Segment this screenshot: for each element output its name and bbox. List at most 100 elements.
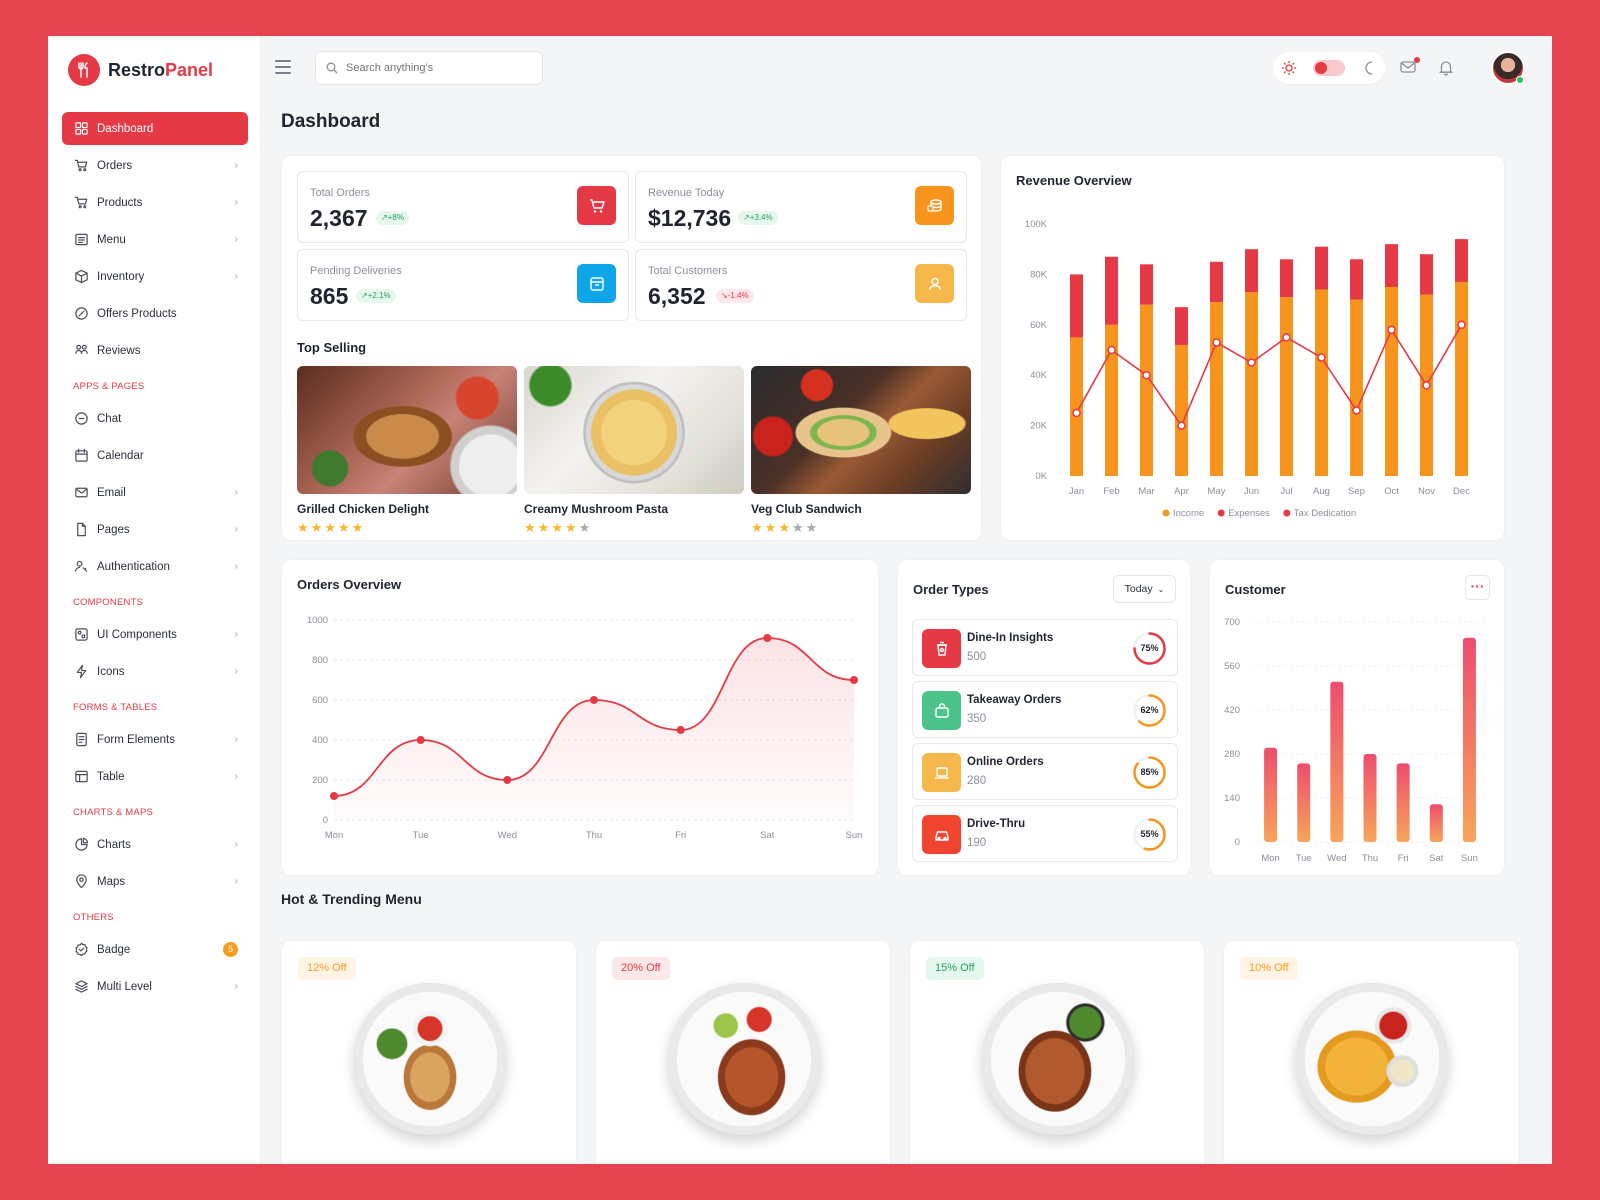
bar-expenses — [1140, 264, 1153, 305]
stat-label: Revenue Today — [648, 187, 725, 199]
sidebar-item-badge[interactable]: Badge 5 — [62, 933, 248, 966]
sidebar-item-maps[interactable]: Maps › — [62, 865, 248, 898]
sidebar-item-inventory[interactable]: Inventory › — [62, 260, 248, 293]
star-icon: ★ — [351, 520, 366, 535]
sidebar-item-multi-level[interactable]: Multi Level › — [62, 970, 248, 1003]
sidebar-item-offers-products[interactable]: Offers Products — [62, 297, 248, 330]
top-selling-item[interactable]: Creamy Mushroom Pasta ★★★★★ — [524, 366, 744, 536]
bar-expenses — [1420, 254, 1433, 295]
order-type-name: Drive-Thru — [967, 818, 1026, 830]
box-icon — [73, 269, 89, 285]
hot-menu-card[interactable]: 12% Off — [281, 940, 577, 1164]
hot-menu-card[interactable]: 15% Off — [909, 940, 1205, 1164]
legend-label: Tax Dedication — [1294, 508, 1356, 519]
x-tick-label: Jan — [1069, 486, 1084, 497]
bolt-icon — [73, 664, 89, 680]
sidebar-item-label: UI Components — [97, 628, 177, 641]
order-type-count: 350 — [967, 713, 987, 725]
sidebar-item-calendar[interactable]: Calendar — [62, 439, 248, 472]
bar-income — [1210, 302, 1223, 476]
search-box[interactable] — [315, 51, 543, 85]
x-tick-label: Fri — [1398, 853, 1409, 864]
sidebar-item-table[interactable]: Table › — [62, 760, 248, 793]
mushroom-pasta-image — [524, 366, 744, 494]
food-plate-image — [354, 983, 506, 1135]
online-status-dot — [1516, 76, 1524, 84]
progress-ring: 75% — [1131, 630, 1168, 667]
chevron-right-icon: › — [234, 160, 238, 171]
order-type-row[interactable]: Online Orders 280 85% — [912, 743, 1178, 800]
x-tick-label: Wed — [1327, 853, 1346, 864]
rating-stars: ★★★★★ — [751, 520, 971, 536]
sidebar-item-products[interactable]: Products › — [62, 186, 248, 219]
order-type-row[interactable]: Dine-In Insights 500 75% — [912, 619, 1178, 676]
app-window: RestroPanel Dashboard Orders › Products › Men… — [48, 36, 1552, 1164]
stat-total-customers: Total Customers 6,352 ↘-1.4% — [635, 249, 967, 321]
topbar — [261, 36, 1552, 100]
x-tick-label: Dec — [1453, 486, 1470, 497]
chevron-right-icon: › — [234, 487, 238, 498]
top-selling-item[interactable]: Grilled Chicken Delight ★★★★★ — [297, 366, 517, 536]
sidebar-item-reviews[interactable]: Reviews — [62, 334, 248, 367]
brand-logo[interactable]: RestroPanel — [68, 54, 213, 86]
customer-chart: 0 140 280 420 560 700 Mon Tue Wed Thu Fri Sat Sun — [1224, 617, 1486, 864]
sidebar-item-icons[interactable]: Icons › — [62, 655, 248, 688]
theme-toggle[interactable] — [1273, 52, 1385, 84]
chevron-right-icon: › — [234, 734, 238, 745]
theme-switch[interactable] — [1313, 60, 1345, 76]
star-icon: ★ — [751, 520, 765, 535]
hot-menu-card[interactable]: 20% Off — [595, 940, 891, 1164]
sidebar-item-charts[interactable]: Charts › — [62, 828, 248, 861]
hot-menu-card[interactable]: 10% Off — [1223, 940, 1519, 1164]
rating-stars: ★★★★★ — [297, 520, 517, 536]
top-selling-item[interactable]: Veg Club Sandwich ★★★★★ — [751, 366, 971, 536]
sidebar-item-label: Badge — [97, 943, 131, 956]
chevron-right-icon: › — [234, 629, 238, 640]
sidebar-item-email[interactable]: Email › — [62, 476, 248, 509]
notifications-button[interactable] — [1437, 58, 1457, 78]
bell-icon — [1439, 61, 1453, 76]
sidebar-item-label: Calendar — [97, 449, 144, 462]
mail-button[interactable] — [1399, 57, 1420, 78]
search-input[interactable] — [346, 62, 526, 74]
x-tick-label: Sun — [846, 830, 863, 841]
more-options-button[interactable]: ··· — [1465, 575, 1490, 600]
point-tax-dedication — [1072, 408, 1081, 418]
sidebar-item-label: Email — [97, 486, 126, 499]
x-tick-label: Mon — [1261, 853, 1279, 864]
sidebar-item-label: Table — [97, 770, 125, 783]
sidebar-item-orders[interactable]: Orders › — [62, 149, 248, 182]
sidebar-item-pages[interactable]: Pages › — [62, 513, 248, 546]
sidebar-item-dashboard[interactable]: Dashboard — [62, 112, 248, 145]
stat-value: $12,736 — [648, 205, 732, 231]
chevron-right-icon: › — [234, 524, 238, 535]
x-tick-label: Sat — [1429, 853, 1444, 864]
period-dropdown[interactable]: Today ⌄ — [1113, 575, 1176, 603]
x-tick-label: Thu — [1362, 853, 1378, 864]
y-tick-label: 700 — [1224, 617, 1240, 628]
sidebar-item-chat[interactable]: Chat — [62, 402, 248, 435]
sidebar-item-label: Reviews — [97, 344, 141, 357]
sidebar-item-authentication[interactable]: Authentication › — [62, 550, 248, 583]
sun-icon[interactable] — [1281, 60, 1297, 76]
bar-expenses — [1455, 239, 1468, 282]
order-type-row[interactable]: Drive-Thru 190 55% — [912, 805, 1178, 862]
x-tick-label: Tue — [1296, 853, 1312, 864]
order-type-row[interactable]: Takeaway Orders 350 62% — [912, 681, 1178, 738]
moon-icon[interactable] — [1361, 60, 1377, 76]
sidebar-item-form-elements[interactable]: Form Elements › — [62, 723, 248, 756]
sidebar-item-ui-components[interactable]: UI Components › — [62, 618, 248, 651]
sidebar-item-label: Pages — [97, 523, 130, 536]
sidebar-item-menu[interactable]: Menu › — [62, 223, 248, 256]
cart-icon — [73, 158, 89, 174]
y-tick-label: 0K — [1035, 471, 1047, 482]
chevron-right-icon: › — [234, 839, 238, 850]
hamburger-menu-button[interactable] — [275, 60, 291, 74]
badge-icon — [73, 942, 89, 958]
point-tax-dedication — [1352, 406, 1361, 415]
orders-point — [676, 726, 685, 734]
legend-marker — [1217, 509, 1225, 517]
file-icon — [73, 522, 89, 538]
order-type-count: 500 — [967, 651, 987, 663]
user-avatar[interactable] — [1491, 51, 1525, 85]
